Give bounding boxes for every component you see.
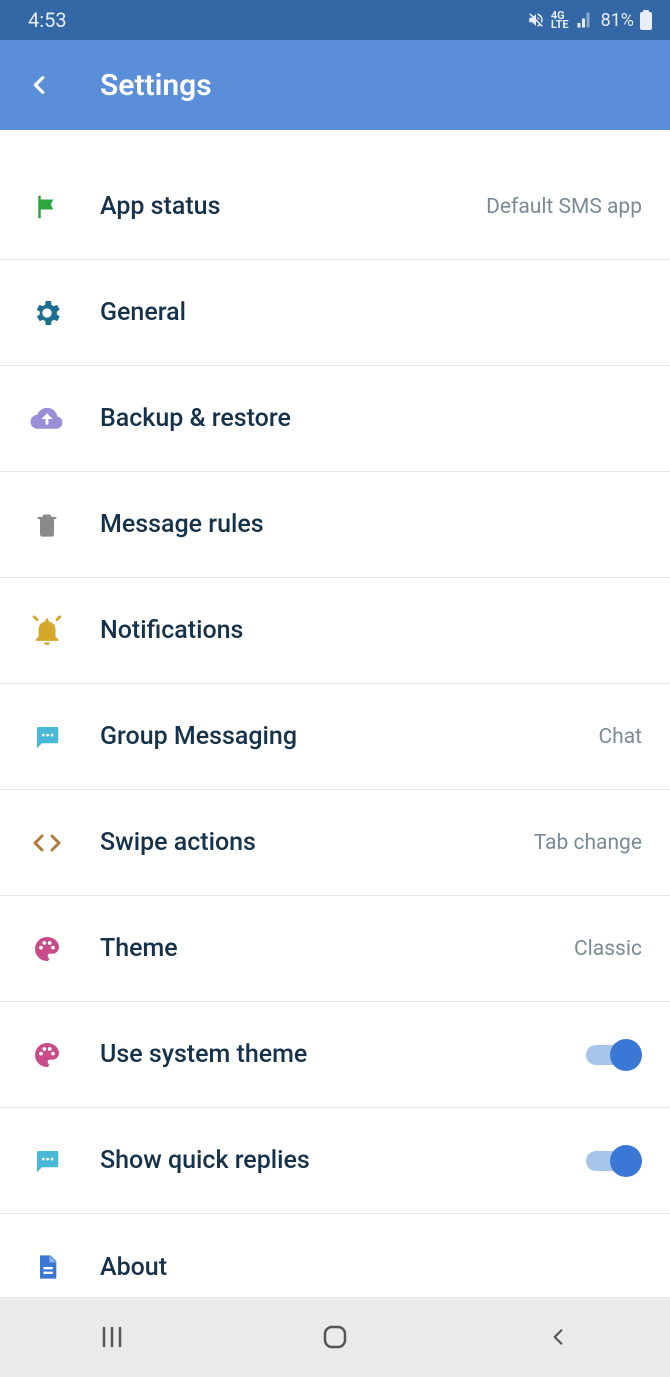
row-label: Use system theme	[100, 1040, 586, 1069]
trash-icon	[28, 509, 66, 541]
row-notifications[interactable]: Notifications	[0, 578, 670, 684]
row-general[interactable]: General	[0, 260, 670, 366]
battery-percent: 81%	[601, 10, 634, 31]
settings-list: App status Default SMS app General Backu…	[0, 154, 670, 1320]
row-swipe-actions[interactable]: Swipe actions Tab change	[0, 790, 670, 896]
nav-home-button[interactable]	[305, 1317, 365, 1357]
row-label: App status	[100, 192, 486, 221]
row-value: Classic	[574, 937, 642, 961]
row-label: Swipe actions	[100, 828, 534, 857]
row-label: Message rules	[100, 510, 642, 539]
nav-back-button[interactable]	[528, 1317, 588, 1357]
toggle-system-theme[interactable]	[586, 1037, 642, 1073]
row-label: Group Messaging	[100, 722, 598, 751]
row-label: Notifications	[100, 616, 642, 645]
row-message-rules[interactable]: Message rules	[0, 472, 670, 578]
bell-icon	[28, 614, 66, 648]
row-value: Tab change	[534, 831, 642, 855]
status-time: 4:53	[28, 8, 67, 32]
status-bar: 4:53 4GLTE 81%	[0, 0, 670, 40]
cloud-upload-icon	[28, 405, 66, 433]
row-app-status[interactable]: App status Default SMS app	[0, 154, 670, 260]
chat-icon	[28, 1146, 66, 1176]
back-button[interactable]	[20, 65, 60, 105]
page-title: Settings	[100, 68, 212, 103]
app-bar: Settings	[0, 40, 670, 130]
row-label: Theme	[100, 934, 574, 963]
row-group-messaging[interactable]: Group Messaging Chat	[0, 684, 670, 790]
row-backup-restore[interactable]: Backup & restore	[0, 366, 670, 472]
android-nav-bar	[0, 1297, 670, 1377]
mute-icon	[527, 11, 545, 29]
swipe-icon	[28, 832, 66, 854]
nav-recents-button[interactable]	[82, 1317, 142, 1357]
row-theme[interactable]: Theme Classic	[0, 896, 670, 1002]
row-value: Chat	[598, 725, 642, 749]
battery-icon	[640, 10, 652, 30]
row-label: General	[100, 298, 642, 327]
row-value: Default SMS app	[486, 195, 642, 219]
row-label: Show quick replies	[100, 1146, 586, 1175]
network-4g-icon: 4GLTE	[551, 11, 569, 29]
document-icon	[28, 1251, 66, 1283]
status-right: 4GLTE 81%	[527, 10, 652, 31]
signal-icon	[575, 11, 595, 29]
row-label: Backup & restore	[100, 404, 642, 433]
flag-icon	[28, 192, 66, 222]
row-use-system-theme[interactable]: Use system theme	[0, 1002, 670, 1108]
row-label: About	[100, 1253, 642, 1282]
chat-icon	[28, 722, 66, 752]
palette-icon	[28, 1039, 66, 1071]
row-show-quick-replies[interactable]: Show quick replies	[0, 1108, 670, 1214]
palette-icon	[28, 933, 66, 965]
toggle-quick-replies[interactable]	[586, 1143, 642, 1179]
gear-icon	[28, 297, 66, 329]
